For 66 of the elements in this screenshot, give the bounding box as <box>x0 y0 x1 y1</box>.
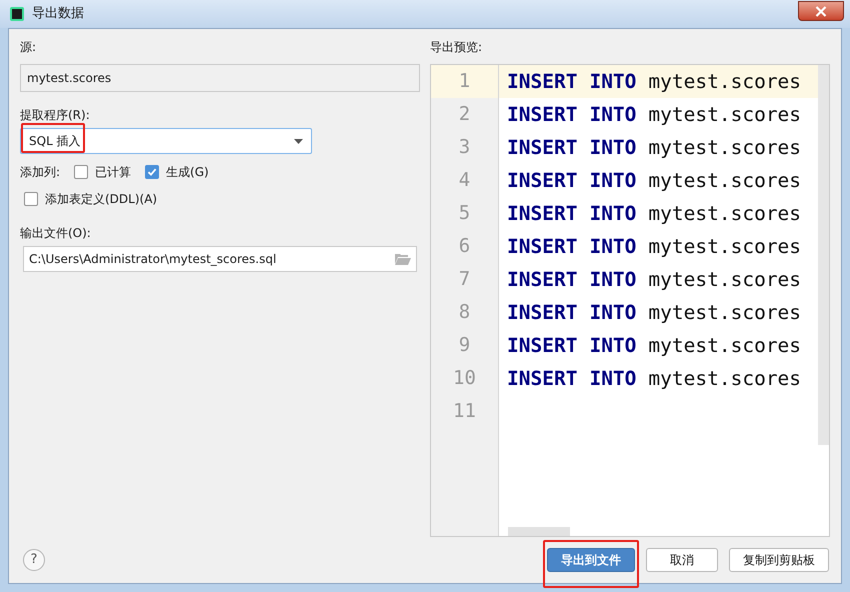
sql-keyword: INTO <box>589 168 636 194</box>
sql-keyword: INTO <box>589 366 636 392</box>
table-name: mytest.scores <box>648 234 802 260</box>
sql-keyword: INSERT <box>507 234 578 260</box>
line-number: 10 <box>453 366 476 392</box>
sql-keyword: INSERT <box>507 168 578 194</box>
sql-keyword: INTO <box>589 332 636 359</box>
table-name: mytest.scores <box>648 134 802 161</box>
sql-keyword: INSERT <box>507 332 578 359</box>
help-button[interactable]: ? <box>23 549 45 571</box>
sql-keyword: INTO <box>589 300 636 326</box>
output-file-label: 输出文件(O): <box>20 225 92 242</box>
line-number: 2 <box>458 102 470 128</box>
source-field: mytest.scores <box>20 64 420 92</box>
dialog-button[interactable]: 复制到剪贴板 <box>729 548 829 572</box>
caret-icon <box>294 138 303 144</box>
checkbox[interactable] <box>74 165 88 179</box>
close-button[interactable] <box>798 1 844 21</box>
checkbox-label: 添加表定义(DDL)(A) <box>45 191 158 208</box>
table-name: mytest.scores <box>648 266 802 293</box>
sql-keyword: INTO <box>589 266 636 293</box>
window-title: 导出数据 <box>32 5 84 24</box>
extractor-label: 提取程序(R): <box>20 107 91 124</box>
preview-label: 导出预览: <box>430 39 484 56</box>
table-name: mytest.scores <box>648 102 802 128</box>
sql-keyword: INSERT <box>507 200 578 227</box>
checkbox-label: 生成(G) <box>166 164 209 181</box>
sql-keyword: INSERT <box>507 300 578 326</box>
line-number: 11 <box>453 399 476 424</box>
sql-keyword: INSERT <box>507 266 578 293</box>
line-number: 8 <box>458 300 470 326</box>
sql-keyword: INTO <box>589 68 636 95</box>
line-number: 9 <box>458 333 470 358</box>
table-name: mytest.scores <box>648 332 802 359</box>
table-name: mytest.scores <box>648 168 802 194</box>
line-number: 1 <box>458 69 470 94</box>
sql-keyword: INSERT <box>507 134 578 161</box>
sql-keyword: INTO <box>589 134 636 161</box>
line-number: 7 <box>458 267 470 292</box>
extractor-dropdown[interactable]: SQL 插入 <box>20 128 312 154</box>
line-number: 5 <box>458 201 470 226</box>
table-name: mytest.scores <box>648 200 802 227</box>
sql-keyword: INSERT <box>507 102 578 128</box>
folder-icon[interactable] <box>395 253 411 265</box>
close-icon <box>815 6 827 16</box>
checkbox[interactable] <box>24 192 38 206</box>
table-name: mytest.scores <box>648 300 802 326</box>
checkbox-label: 已计算 <box>95 164 132 181</box>
dialog-button[interactable]: 导出到文件 <box>547 548 635 572</box>
line-number: 4 <box>458 168 470 194</box>
dialog-button[interactable]: 取消 <box>646 548 718 572</box>
table-name: mytest.scores <box>648 366 802 392</box>
line-number: 3 <box>458 135 470 160</box>
sql-keyword: INTO <box>589 102 636 128</box>
add-columns-label: 添加列: <box>20 164 60 181</box>
output-file-field[interactable]: C:\Users\Administrator\mytest_scores.sql <box>23 246 417 272</box>
table-name: mytest.scores <box>648 68 802 95</box>
checkbox[interactable] <box>145 165 160 179</box>
sql-keyword: INTO <box>589 200 636 227</box>
source-label: 源: <box>20 39 38 56</box>
horizontal-scrollbar <box>508 527 570 536</box>
line-number: 6 <box>458 234 470 260</box>
sql-keyword: INSERT <box>507 68 578 95</box>
app-icon <box>10 7 24 21</box>
sql-keyword: INTO <box>589 234 636 260</box>
sql-keyword: INSERT <box>507 366 578 392</box>
